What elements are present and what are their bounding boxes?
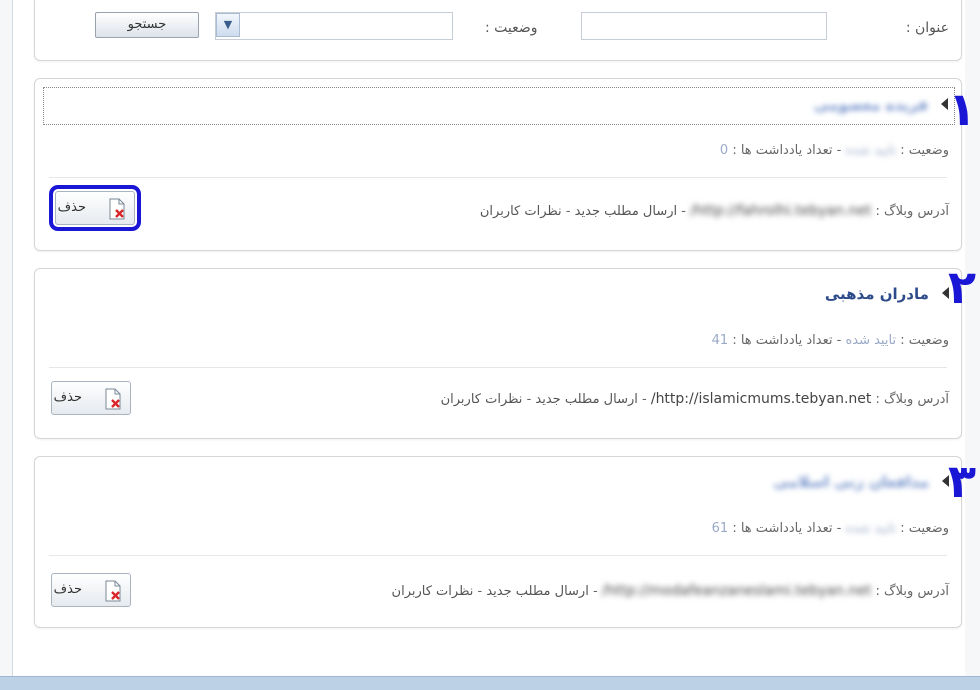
notes-count: 61	[711, 521, 729, 536]
separator: -	[565, 204, 571, 219]
status-prefix: وضعیت :	[900, 521, 949, 536]
delete-button[interactable]: حذف	[51, 381, 131, 415]
blog-address-row: آدرس وبلاگ : http://fahrolhi.tebyan.net/…	[480, 203, 949, 219]
status-bar	[0, 676, 980, 690]
separator: -	[642, 392, 647, 407]
annotation-number: ۱	[947, 82, 977, 136]
blog-title-row[interactable]: فریده معصومی	[43, 87, 955, 125]
delete-button[interactable]: حذف	[51, 573, 131, 607]
new-post-link[interactable]: ارسال مطلب جدید	[535, 392, 637, 407]
delete-document-icon	[109, 198, 125, 220]
delete-label: حذف	[53, 582, 82, 597]
user-comments-link[interactable]: نظرات کاربران	[441, 392, 523, 407]
delete-document-icon	[105, 580, 121, 602]
blog-status-row: وضعیت : تایید شده - تعداد یادداشت ها : 6…	[712, 521, 949, 536]
status-value: تایید شده	[845, 143, 897, 158]
delete-label: حذف	[57, 200, 86, 215]
blog-status-row: وضعیت : تایید شده - تعداد یادداشت ها : 0	[720, 143, 949, 158]
notes-count-label: تعداد یادداشت ها :	[732, 143, 833, 158]
status-label: وضعیت :	[485, 20, 538, 36]
separator: -	[592, 584, 598, 599]
separator: -	[681, 204, 686, 219]
blog-status-row: وضعیت : تایید شده - تعداد یادداشت ها : 4…	[712, 333, 949, 348]
blog-title[interactable]: مادران مذهبی	[825, 285, 929, 303]
blog-address-row: آدرس وبلاگ : http://islamicmums.tebyan.n…	[441, 391, 949, 407]
separator: -	[836, 143, 842, 158]
address-prefix: آدرس وبلاگ :	[875, 584, 949, 599]
address-prefix: آدرس وبلاگ :	[875, 392, 949, 407]
status-prefix: وضعیت :	[900, 333, 949, 348]
divider	[49, 177, 947, 178]
address-prefix: آدرس وبلاگ :	[875, 204, 949, 219]
divider	[49, 555, 947, 556]
blog-title[interactable]: فریده معصومی	[814, 96, 928, 114]
status-value: تایید شده	[845, 333, 897, 348]
separator: -	[836, 333, 842, 348]
notes-count-label: تعداد یادداشت ها :	[732, 521, 833, 536]
notes-count-label: تعداد یادداشت ها :	[732, 333, 833, 348]
divider	[49, 367, 947, 368]
annotation-number: ۲	[947, 260, 977, 314]
delete-button[interactable]: حذف	[49, 185, 141, 231]
blog-card: مادران مذهبی وضعیت : تایید شده - تعداد ی…	[34, 268, 962, 439]
blog-card: مدافعان زنی اسلامی وضعیت : تایید شده - ت…	[34, 456, 962, 628]
notes-count: 41	[711, 333, 729, 348]
annotation-number: ۳	[947, 454, 977, 508]
status-value: تایید شده	[845, 521, 897, 536]
title-input[interactable]	[581, 12, 827, 40]
delete-document-icon	[105, 388, 121, 410]
blog-url-link[interactable]: http://islamicmums.tebyan.net/	[651, 391, 872, 407]
user-comments-link[interactable]: نظرات کاربران	[392, 584, 474, 599]
blog-title[interactable]: مدافعان زنی اسلامی	[773, 473, 928, 491]
status-prefix: وضعیت :	[900, 143, 949, 158]
blog-card: فریده معصومی وضعیت : تایید شده - تعداد ی…	[34, 78, 962, 251]
user-comments-link[interactable]: نظرات کاربران	[480, 204, 562, 219]
search-button[interactable]: جستجو	[95, 12, 199, 38]
delete-label: حذف	[53, 390, 82, 405]
separator: -	[526, 392, 532, 407]
status-select[interactable]: ▼	[215, 12, 453, 40]
blog-url-link[interactable]: http://modafeanzaneslami.tebyan.net/	[602, 583, 872, 599]
title-label: عنوان :	[905, 20, 949, 36]
new-post-link[interactable]: ارسال مطلب جدید	[486, 584, 588, 599]
blog-title-row[interactable]: مادران مذهبی	[43, 277, 955, 313]
search-panel: عنوان : وضعیت : ▼ جستجو	[34, 0, 962, 61]
separator: -	[477, 584, 483, 599]
new-post-link[interactable]: ارسال مطلب جدید	[575, 204, 677, 219]
notes-count: 0	[719, 143, 729, 158]
blog-address-row: آدرس وبلاگ : http://modafeanzaneslami.te…	[392, 583, 949, 599]
blog-title-row[interactable]: مدافعان زنی اسلامی	[43, 465, 955, 501]
chevron-down-icon[interactable]: ▼	[216, 13, 240, 37]
separator: -	[836, 521, 842, 536]
blog-url-link[interactable]: http://fahrolhi.tebyan.net/	[690, 203, 871, 219]
